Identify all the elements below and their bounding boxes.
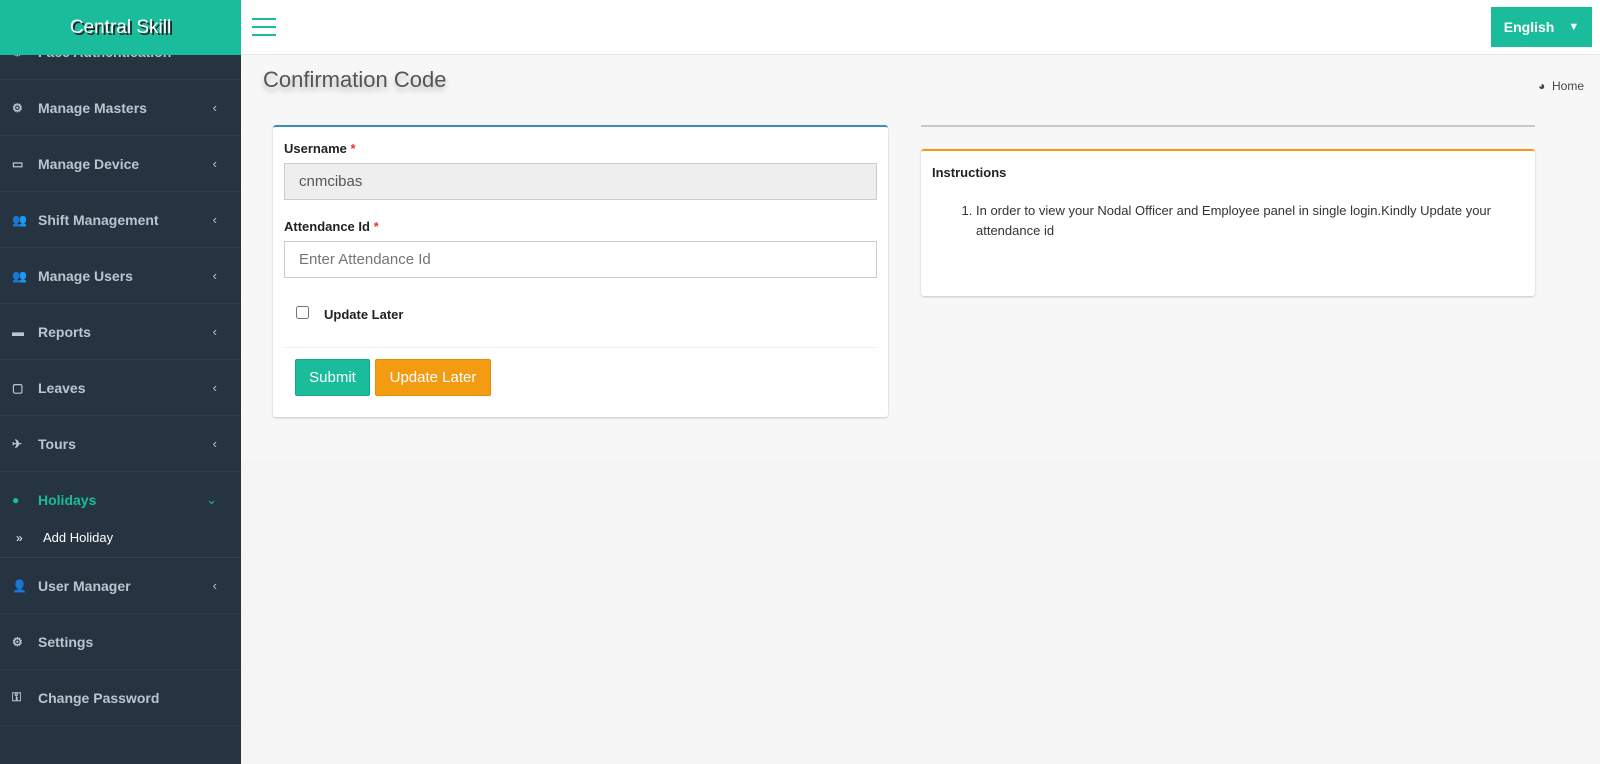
key-icon: ⚿ (12, 690, 22, 704)
sidebar-item-holidays[interactable]: ● Holidays ⌄ (0, 472, 241, 528)
sidebar-item-manage-device[interactable]: ▭ Manage Device ‹ (0, 136, 241, 192)
chevron-left-icon: ‹ (212, 268, 217, 283)
brand-logo[interactable]: Central Skill (0, 0, 241, 55)
sidebar-item-reports[interactable]: ▬ Reports ‹ (0, 304, 241, 360)
main-content: Confirmation Code ◕ Home Username * Atte… (241, 55, 1600, 460)
gear-icon: ⚙ (12, 634, 23, 649)
confirmation-form: Username * Attendance Id * Update Later … (273, 125, 888, 417)
sidebar: Central Skill ⚙Face Authentication ⚙Mana… (0, 0, 241, 764)
sidebar-item-manage-users[interactable]: 👥 Manage Users ‹ (0, 248, 241, 304)
attendance-id-field[interactable] (284, 241, 877, 278)
instruction-item: In order to view your Nodal Officer and … (976, 201, 1506, 241)
update-later-checkbox-label: Update Later (324, 307, 404, 322)
top-navbar: English ▼ (241, 0, 1600, 55)
chevron-down-icon: ⌄ (206, 492, 217, 507)
chevron-left-icon: ‹ (212, 436, 217, 451)
laptop-icon: ▭ (12, 156, 24, 171)
plane-icon: ✈ (12, 436, 23, 451)
update-later-button[interactable]: Update Later (375, 359, 491, 396)
chevron-left-icon: ‹ (212, 156, 217, 171)
gears-icon: ⚙ (12, 100, 23, 115)
chevron-left-icon: ‹ (212, 324, 217, 339)
globe-icon: ● (12, 493, 20, 507)
submit-button[interactable]: Submit (295, 359, 370, 396)
users-icon: 👥 (12, 268, 27, 283)
sidebar-item-user-manager[interactable]: 👤 User Manager ‹ (0, 558, 241, 614)
caret-down-icon: ▼ (1568, 21, 1580, 33)
hamburger-menu-icon[interactable] (252, 18, 276, 42)
chevron-left-icon: ‹ (212, 380, 217, 395)
double-chevron-right-icon: » (16, 530, 23, 545)
calendar-icon: ▢ (12, 380, 24, 395)
sidebar-item-settings[interactable]: ⚙ Settings (0, 614, 241, 670)
username-label: Username * (284, 141, 356, 156)
page-title: Confirmation Code (263, 67, 447, 92)
sidebar-item-leaves[interactable]: ▢ Leaves ‹ (0, 360, 241, 416)
page-background (241, 460, 1600, 764)
update-later-checkbox[interactable] (296, 306, 309, 319)
users-icon: 👥 (12, 212, 27, 227)
sidebar-item-manage-masters[interactable]: ⚙ Manage Masters ‹ (0, 80, 241, 136)
chevron-left-icon: ‹ (212, 212, 217, 227)
sidebar-item-tours[interactable]: ✈ Tours ‹ (0, 416, 241, 472)
instructions-panel: Instructions In order to view your Nodal… (921, 149, 1535, 296)
divider (921, 125, 1535, 127)
breadcrumb[interactable]: ◕ Home (1538, 79, 1584, 93)
instructions-title: Instructions (932, 165, 1007, 180)
language-dropdown[interactable]: English ▼ (1491, 7, 1592, 47)
dashboard-icon: ◕ (1538, 79, 1546, 93)
user-icon: 👤 (12, 578, 27, 593)
sidebar-item-shift-management[interactable]: 👥 Shift Management ‹ (0, 192, 241, 248)
briefcase-icon: ▬ (12, 324, 24, 339)
username-field[interactable] (284, 163, 877, 200)
divider (284, 347, 877, 348)
attendance-id-label: Attendance Id * (284, 219, 379, 234)
chevron-left-icon: ‹ (212, 100, 217, 115)
sidebar-item-change-password[interactable]: ⚿ Change Password (0, 670, 241, 726)
chevron-left-icon: ‹ (212, 578, 217, 593)
